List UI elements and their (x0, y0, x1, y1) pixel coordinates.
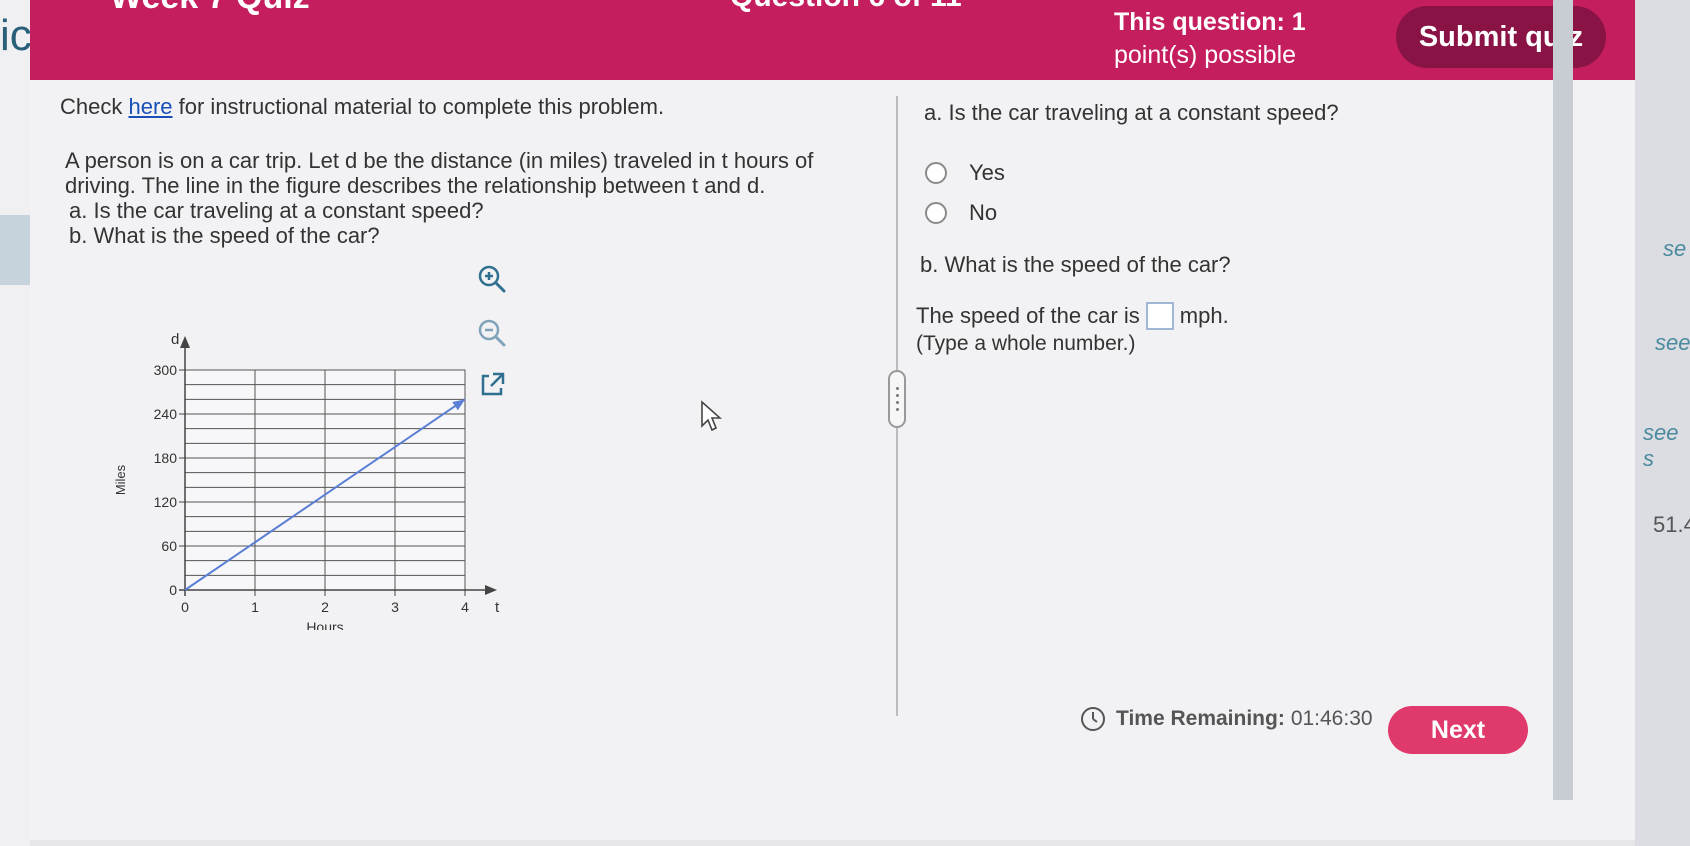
timer-label: Time Remaining: (1116, 707, 1285, 730)
option-no[interactable]: No (925, 200, 997, 226)
x-tick-label: 4 (461, 599, 469, 615)
side-fragment: see s (1643, 420, 1679, 471)
problem-statement: A person is on a car trip. Let d be the … (65, 148, 825, 248)
external-link-icon[interactable] (475, 368, 509, 402)
problem-question-a: a. Is the car traveling at a constant sp… (69, 198, 484, 223)
radio-yes[interactable] (925, 162, 947, 184)
right-side-strip: se see see s 51.4 (1635, 0, 1690, 846)
left-edge-strip: ic (0, 0, 32, 846)
instruction-suffix: for instructional material to complete t… (172, 94, 665, 119)
question-counter: Question 6 of 11 (730, 0, 962, 14)
left-edge-fragment: ic (0, 11, 32, 60)
distance-time-graph: 0 60 120 180 240 300 0 1 2 3 4 d t Hours Miles (113, 331, 500, 630)
x-tick-label: 2 (321, 599, 329, 615)
quiz-title: Week 7 Quiz (110, 0, 310, 17)
instruction-prefix: Check (60, 94, 129, 119)
x-tick-label: 0 (181, 599, 189, 615)
instruction-line: Check here for instructional material to… (60, 94, 664, 120)
time-remaining: Time Remaining: 01:46:30 (1080, 706, 1373, 732)
answer-unit: mph. (1179, 303, 1229, 328)
y-axis-variable: d (171, 331, 179, 348)
left-edge-highlight (0, 215, 30, 285)
timer-value: 01:46:30 (1290, 707, 1373, 730)
divider-drag-handle[interactable] (888, 370, 906, 428)
speed-answer-input[interactable] (1145, 302, 1174, 330)
y-axis-arrow (180, 336, 190, 348)
submit-quiz-button[interactable]: Submit quiz (1396, 6, 1606, 68)
answer-line: The speed of the car is mph. (916, 302, 1229, 330)
problem-question-b: b. What is the speed of the car? (69, 223, 380, 248)
y-tick-label: 300 (154, 362, 178, 378)
x-tick-label: 3 (391, 599, 399, 615)
instruction-link[interactable]: here (128, 94, 172, 119)
y-axis-label: Miles (113, 464, 128, 495)
x-axis-variable: t (495, 599, 500, 616)
option-no-label: No (969, 200, 998, 225)
scrollbar[interactable] (1553, 0, 1573, 800)
y-tick-label: 60 (161, 538, 177, 554)
side-fragment: see (1655, 330, 1690, 355)
points-line2: point(s) possible (1114, 41, 1297, 69)
y-tick-label: 120 (154, 494, 178, 510)
question-b-label: b. What is the speed of the car? (920, 252, 1231, 277)
answer-prefix: The speed of the car is (916, 303, 1140, 328)
clock-icon (1081, 707, 1105, 731)
y-tick-label: 0 (169, 582, 177, 598)
x-axis-label: Hours (306, 619, 343, 630)
question-a-label: a. Is the car traveling at a constant sp… (924, 100, 1339, 125)
option-yes[interactable]: Yes (925, 160, 1005, 186)
answer-hint: (Type a whole number.) (916, 332, 1136, 355)
x-tick-label: 1 (251, 599, 259, 615)
y-tick-label: 240 (154, 406, 178, 422)
x-axis-arrow (485, 585, 497, 595)
option-yes-label: Yes (969, 160, 1005, 185)
side-fragment: se (1663, 236, 1687, 261)
radio-no[interactable] (925, 202, 947, 224)
zoom-out-icon[interactable] (475, 316, 509, 350)
question-panel: Check here for instructional material to… (30, 80, 1635, 840)
points-line1: This question: 1 (1114, 8, 1306, 36)
mouse-cursor-icon (701, 400, 722, 432)
points-info: This question: 1 point(s) possible (1114, 6, 1334, 72)
zoom-in-icon[interactable] (475, 262, 509, 296)
problem-line2: driving. The line in the figure describe… (65, 173, 766, 198)
side-fragment: 51.4 (1653, 512, 1690, 537)
y-tick-label: 180 (154, 450, 178, 466)
next-button[interactable]: Next (1388, 706, 1528, 754)
problem-line1: A person is on a car trip. Let d be the … (65, 148, 814, 173)
